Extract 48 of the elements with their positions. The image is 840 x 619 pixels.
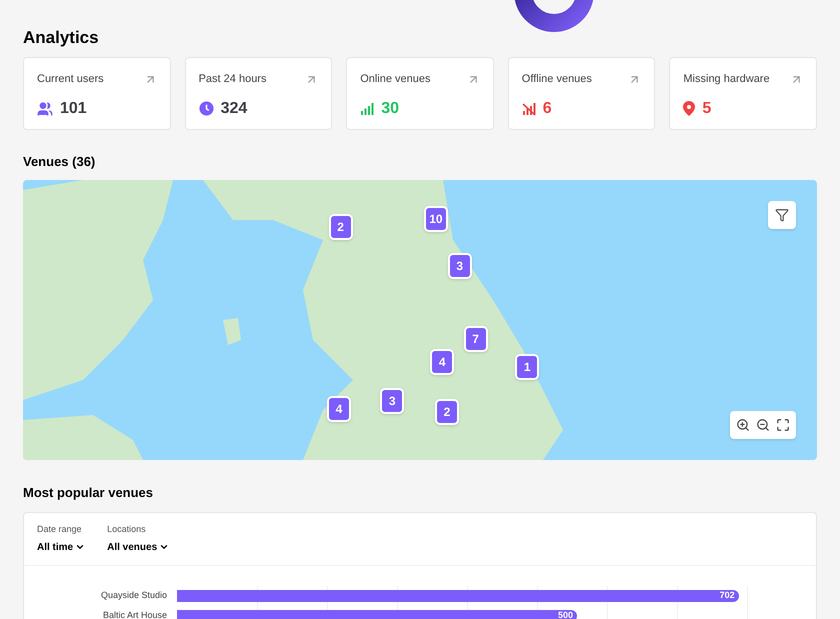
stat-card[interactable]: Past 24 hours 324 [184,57,332,130]
stat-card[interactable]: Online venues 30 [346,57,494,130]
map-marker[interactable]: 2 [328,214,353,240]
stat-value: 30 [381,98,399,118]
stat-label: Online venues [360,72,431,87]
stat-label: Past 24 hours [198,72,266,87]
filter-icon [775,208,789,222]
stat-label: Current users [37,72,104,87]
fullscreen-icon[interactable] [776,418,790,432]
stat-value: 6 [542,98,552,118]
no-signal-icon [522,102,536,116]
bar-label: Quayside Studio [100,588,168,602]
bar-label: Baltic Art House [102,608,168,619]
bar-value: 702 [720,588,735,602]
caret-icon [159,542,170,552]
caret-icon [75,542,86,552]
section-title: Most popular venues [23,484,154,502]
stat-label: Missing hardware [683,72,770,87]
stat-card[interactable]: Missing hardware 5 [669,57,817,130]
map-marker[interactable]: 4 [430,348,454,374]
filter-button[interactable] [768,200,796,228]
section-title: Venues (36) [23,153,96,171]
filter-dropdown[interactable]: All time [37,540,86,554]
filter-label: Locations [107,523,147,536]
stat-value: 324 [220,98,248,118]
map-marker[interactable]: 2 [434,398,459,425]
signal-bars-icon [360,102,374,116]
map-pin-icon [683,101,696,116]
stat-value: 101 [60,98,87,118]
zoom-out-icon[interactable] [756,418,770,432]
zoom-in-icon[interactable] [736,418,750,432]
stat-label: Offline venues [522,72,592,87]
map-marker[interactable]: 3 [380,388,404,414]
users-icon [37,100,53,116]
map-marker[interactable]: 7 [464,326,488,352]
map[interactable]: 2 10 3 7 4 1 4 3 2 [23,180,817,460]
map-marker[interactable]: 10 [424,206,448,232]
clock-icon [198,101,214,116]
stat-card[interactable]: Current users 101 [23,57,171,130]
map-marker[interactable]: 1 [515,354,540,380]
map-marker[interactable]: 4 [327,396,351,422]
filter-dropdown[interactable]: All venues [107,540,170,554]
filter-label: Date range [37,523,83,536]
section-title: Analytics [23,27,99,48]
map-marker[interactable]: 3 [448,253,472,280]
stat-card[interactable]: Offline venues 6 [508,57,656,130]
stat-value: 5 [702,98,712,118]
bar-value: 500 [558,608,573,619]
